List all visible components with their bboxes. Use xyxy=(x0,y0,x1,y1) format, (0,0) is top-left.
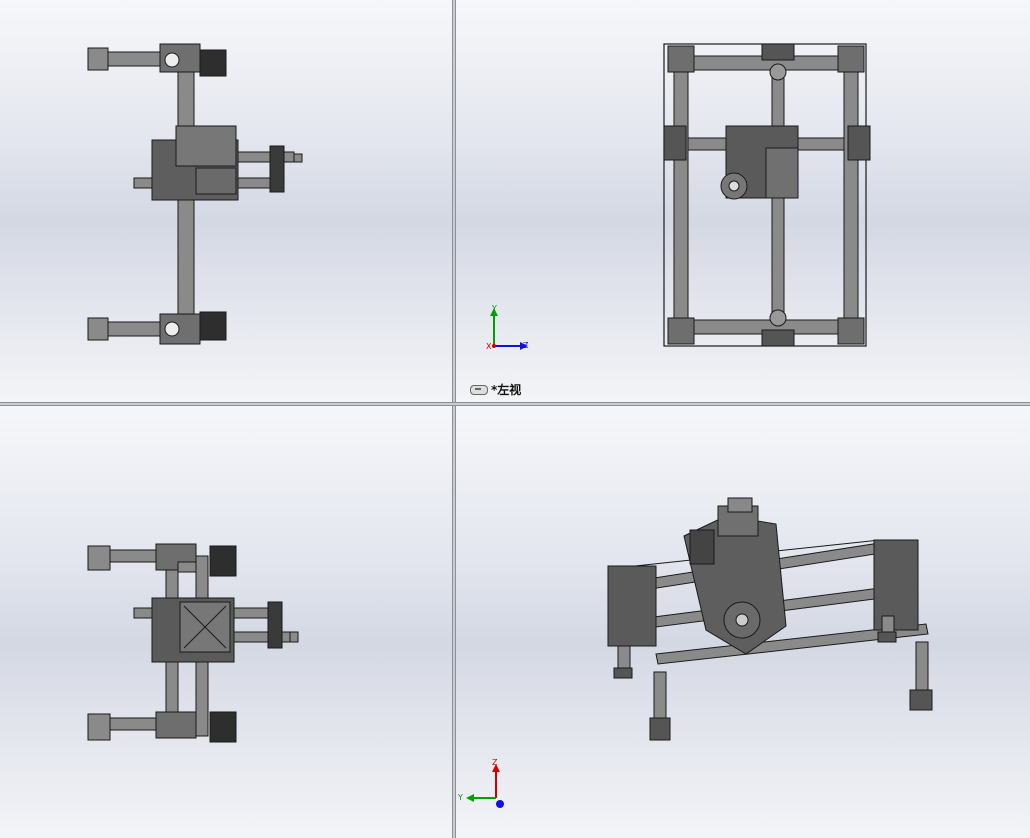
viewport-splitter-vertical[interactable] xyxy=(452,0,456,838)
viewport-bottom-left[interactable] xyxy=(0,406,452,838)
axis-y-label-iso: Y xyxy=(458,793,463,802)
model-view-front[interactable] xyxy=(0,406,452,838)
viewport-left-view[interactable]: Y Z X *左视 xyxy=(456,0,1030,402)
viewport-splitter-horizontal[interactable] xyxy=(0,402,1030,406)
view-name-text: *左视 xyxy=(491,383,522,397)
coordinate-triad-iso xyxy=(466,764,504,808)
view-name-label[interactable]: *左视 xyxy=(470,381,521,398)
viewport-top-left[interactable] xyxy=(0,0,452,402)
axis-x-label: X xyxy=(486,342,492,351)
coordinate-triad xyxy=(490,308,528,350)
viewport-isometric[interactable]: Z Y xyxy=(456,406,1030,838)
link-view-icon[interactable] xyxy=(470,384,488,395)
axis-z-label-iso: Z xyxy=(492,758,498,767)
axis-z-label: Z xyxy=(523,341,529,350)
model-view-top[interactable] xyxy=(0,0,452,402)
axis-y-label: Y xyxy=(492,304,497,313)
